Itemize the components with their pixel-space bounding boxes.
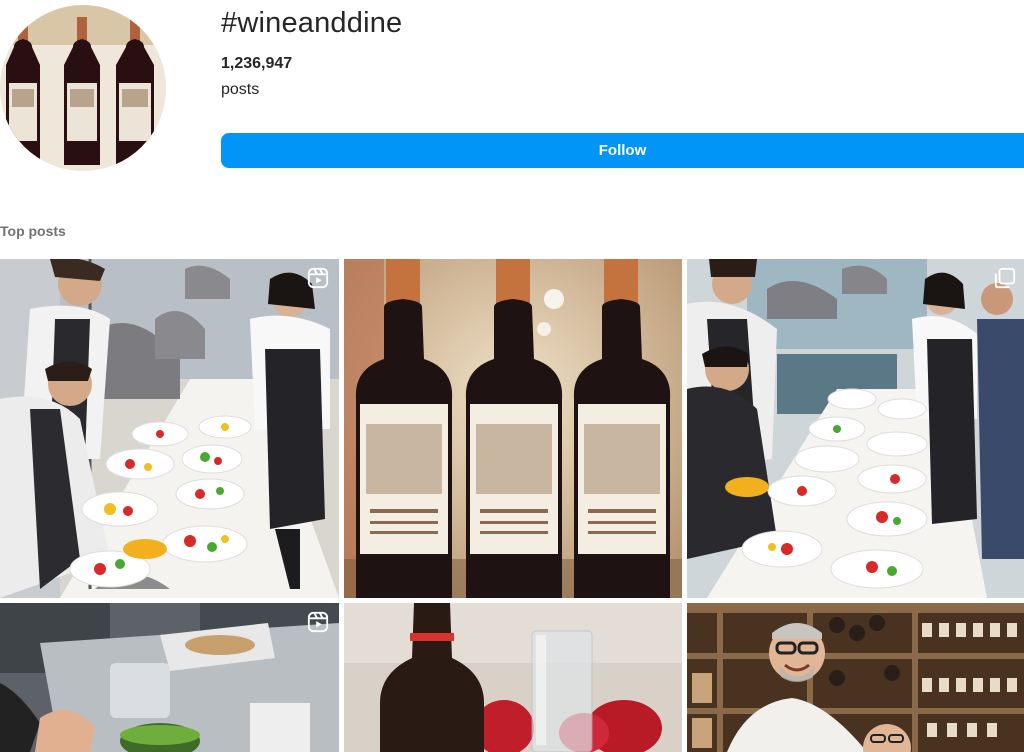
top-posts-grid [0, 259, 1024, 752]
post-tile-kitchen-prep[interactable] [0, 603, 339, 752]
hashtag-title: #wineanddine [221, 7, 403, 39]
reel-icon [307, 611, 329, 633]
wine-bottles-avatar-image [0, 5, 166, 171]
post-image [0, 259, 339, 598]
post-tile-chefs-plating[interactable] [0, 259, 339, 598]
post-tile-wine-bottle-glass[interactable] [344, 603, 682, 752]
hashtag-avatar [0, 5, 166, 171]
post-image [687, 259, 1024, 598]
post-tile-chef-wine-cellar[interactable] [687, 603, 1024, 752]
post-image [344, 259, 682, 598]
reel-icon [307, 267, 329, 289]
post-count: 1,236,947 [221, 55, 293, 72]
carousel-icon [994, 267, 1016, 289]
follow-button[interactable]: Follow [221, 133, 1024, 168]
post-image [344, 603, 682, 752]
top-posts-heading: Top posts [0, 223, 66, 239]
post-image [0, 603, 339, 752]
post-image [687, 603, 1024, 752]
post-count-label: posts [221, 81, 260, 98]
post-tile-chefs-plating-2[interactable] [687, 259, 1024, 598]
post-tile-three-wine-bottles[interactable] [344, 259, 682, 598]
